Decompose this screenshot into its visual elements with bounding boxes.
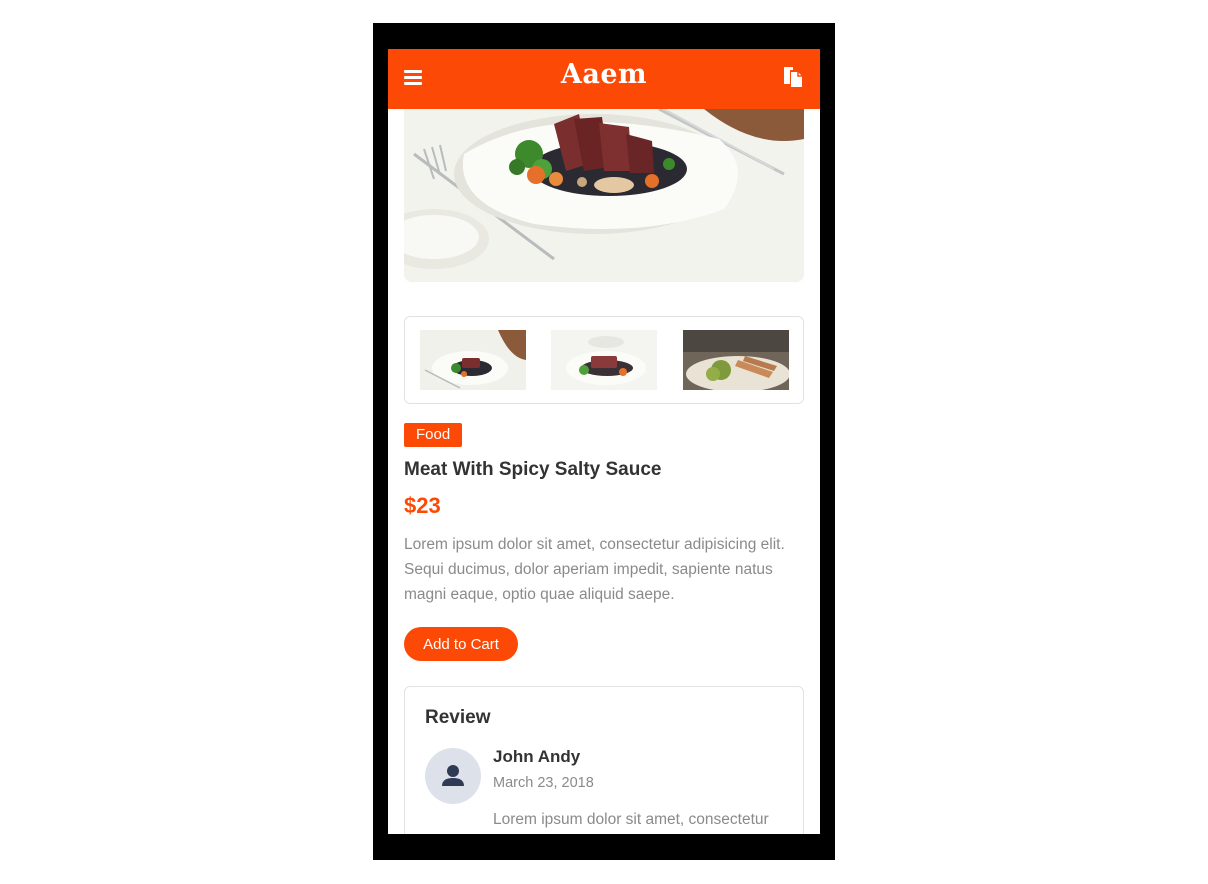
thumbnail-gallery bbox=[404, 316, 804, 404]
thumbnail-2[interactable] bbox=[551, 330, 657, 390]
reviewer-name: John Andy bbox=[493, 747, 581, 766]
review-text: Lorem ipsum dolor sit amet, consectetur bbox=[493, 811, 769, 828]
product-price: $23 bbox=[404, 493, 441, 518]
app-screen: Aaem Food Meat With Spicy Salty Sauce $2… bbox=[388, 49, 820, 834]
product-main-image bbox=[404, 109, 804, 282]
add-to-cart-button[interactable]: Add to Cart bbox=[404, 627, 518, 661]
category-badge[interactable]: Food bbox=[404, 423, 463, 447]
thumbnail-3[interactable] bbox=[683, 330, 789, 390]
app-brand: Aaem bbox=[560, 59, 648, 90]
review-heading: Review bbox=[425, 707, 491, 728]
product-description: Lorem ipsum dolor sit amet, consectetur … bbox=[404, 536, 785, 603]
review-date: March 23, 2018 bbox=[493, 775, 594, 791]
product-title: Meat With Spicy Salty Sauce bbox=[404, 459, 662, 480]
review-card: Review John Andy March 23, 2018 Lorem ip… bbox=[404, 686, 804, 834]
thumbnail-1[interactable] bbox=[420, 330, 526, 390]
avatar bbox=[425, 748, 481, 804]
documents-icon[interactable] bbox=[782, 66, 804, 88]
app-bar: Aaem bbox=[388, 49, 820, 109]
user-icon bbox=[442, 765, 464, 786]
